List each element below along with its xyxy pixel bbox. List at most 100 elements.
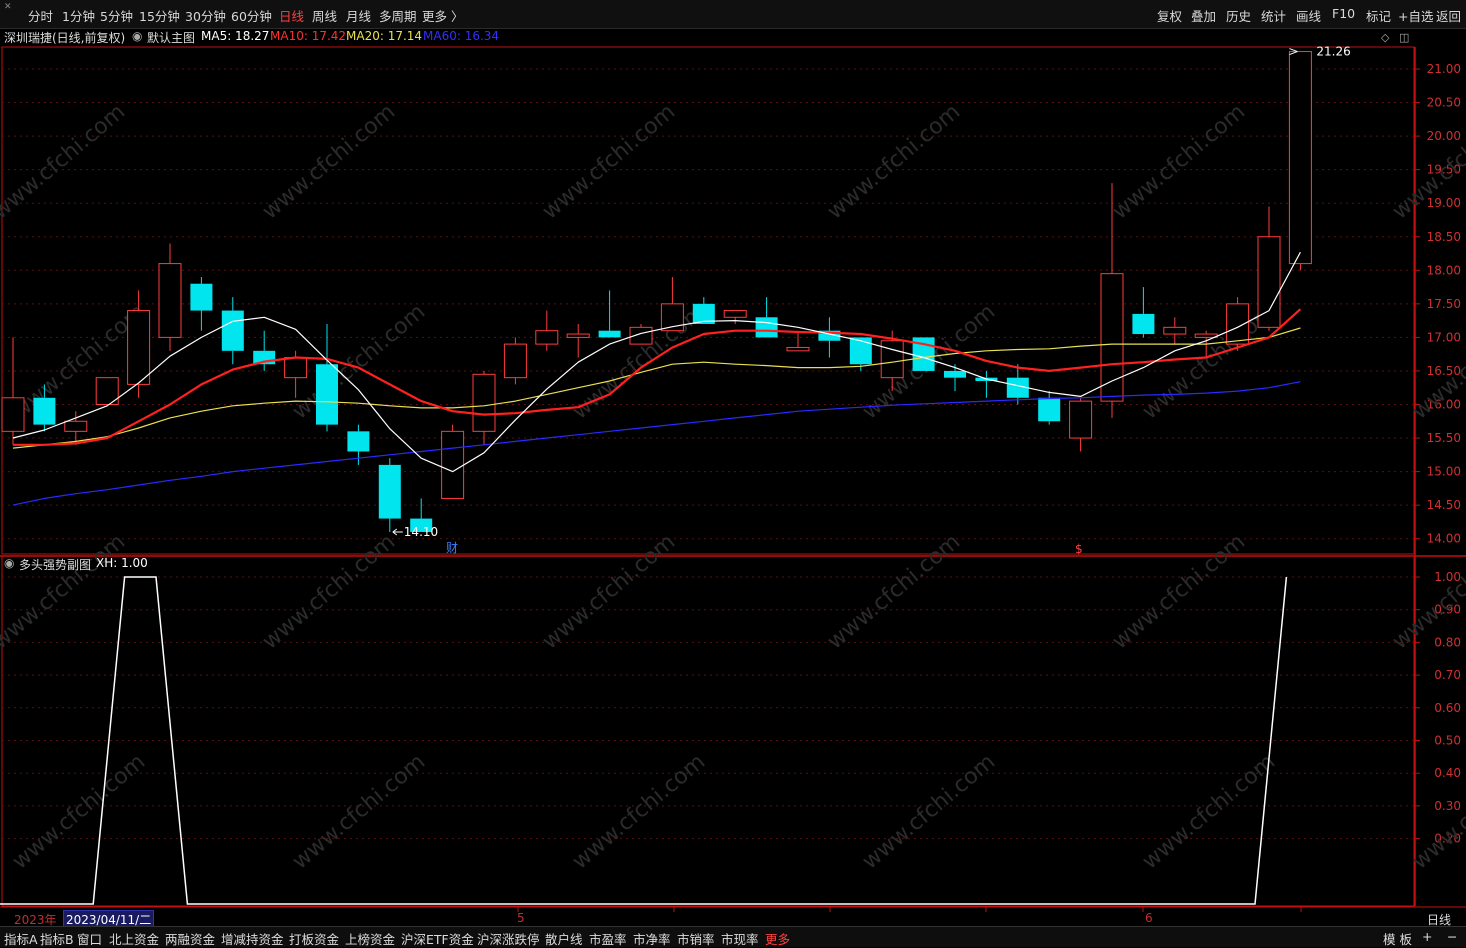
xh-indicator-line [0, 576, 1288, 905]
tab-retail-line[interactable]: 散户线 [545, 929, 583, 948]
candle-up [1226, 297, 1250, 351]
price-tick-label: 21.00 [1427, 62, 1461, 76]
candle-body [1069, 400, 1093, 439]
sub-plot-frame [1, 555, 1415, 907]
candle-body [472, 373, 496, 432]
candle-body [755, 317, 778, 338]
price-tick-label: 18.50 [1427, 230, 1461, 244]
price-tick-label: 20.50 [1427, 96, 1461, 110]
candle-body [1038, 397, 1061, 422]
tab-holdings-change[interactable]: 增减持资金 [221, 929, 284, 948]
watermark-text: www.cfchi.com [258, 99, 400, 224]
candle-up [1257, 206, 1281, 331]
candle-body [347, 431, 370, 452]
tab-ps[interactable]: 市销率 [677, 929, 715, 948]
watermark-text: www.cfchi.com [538, 529, 680, 654]
candle-body [441, 430, 465, 499]
candle-body [33, 397, 56, 425]
candle-down [975, 370, 998, 398]
tab-top-list-funds[interactable]: 上榜资金 [345, 929, 395, 948]
sub-tick-label: 0.50 [1434, 734, 1461, 748]
watermark-text: www.cfchi.com [8, 749, 150, 874]
candle-up [1288, 51, 1312, 271]
tab-etf-funds[interactable]: 沪深ETF资金 [401, 929, 474, 948]
watermark-text: www.cfchi.com [568, 299, 710, 424]
watermark-text: www.cfchi.com [288, 299, 430, 424]
ma20-value: MA20: 17.14 [346, 29, 423, 43]
tab-margin[interactable]: 两融资金 [165, 929, 215, 948]
sub-indicator-name[interactable]: 多头强势副图 [19, 556, 91, 573]
stock-name: 深圳瑞捷(日线,前复权) [4, 31, 126, 45]
candle-body [1163, 326, 1187, 335]
tab-pe[interactable]: 市盈率 [589, 929, 627, 948]
price-tick-label: 18.00 [1427, 263, 1461, 277]
template-name[interactable]: 默认主图 [147, 29, 195, 46]
tab-pcf[interactable]: 市现率 [721, 929, 759, 948]
low-arrow-icon [392, 528, 403, 536]
price-tick-label: 14.50 [1427, 498, 1461, 512]
finance-event-marker: 财 [446, 541, 458, 555]
candle-body [880, 340, 904, 379]
price-tick-label: 15.00 [1427, 465, 1461, 479]
candle-up [566, 323, 590, 358]
tab-northbound[interactable]: 北上资金 [109, 929, 159, 948]
price-tick-label: 20.00 [1427, 129, 1461, 143]
candle-body [378, 464, 401, 519]
candle-body [158, 263, 182, 338]
price-tick-label: 17.50 [1427, 297, 1461, 311]
zoom-out-button[interactable]: − [1447, 929, 1457, 944]
price-chart[interactable]: 21.0020.5020.0019.5019.0018.5018.0017.50… [0, 0, 1466, 946]
sub-tick-label: 0.70 [1434, 668, 1461, 682]
template-button[interactable]: 模 板 [1383, 929, 1412, 948]
tab-more[interactable]: 更多 [765, 929, 790, 948]
candle-down [1132, 287, 1155, 338]
candle-down [818, 317, 841, 358]
tab-window[interactable]: 窗口 [77, 929, 102, 948]
candle-body [284, 357, 308, 379]
sub-tick-label: 0.80 [1434, 635, 1461, 649]
watermark-text: www.cfchi.com [823, 529, 965, 654]
candle-body [127, 310, 151, 385]
candle-body [849, 337, 872, 365]
sub-dropdown-icon[interactable]: ◉ [4, 556, 14, 570]
candle-body [535, 330, 559, 345]
candle-body [1257, 236, 1281, 328]
low-price-label: 14.10 [404, 525, 438, 539]
candle-down [944, 364, 966, 392]
candle-down [692, 297, 715, 324]
sub-tick-label: 0.60 [1434, 701, 1461, 715]
candle-body [190, 283, 213, 311]
watermark-text: www.cfchi.com [0, 99, 130, 224]
indicator-tabbar: 指标A 指标B 窗口 北上资金 两融资金 增减持资金 打板资金 上榜资金 沪深E… [0, 926, 1466, 947]
watermark-text: www.cfchi.com [0, 529, 130, 654]
candle-body [221, 310, 244, 351]
watermark-text: www.cfchi.com [538, 99, 680, 224]
candle-up [629, 323, 653, 345]
high-price-label: 21.26 [1316, 45, 1350, 59]
dividend-event-marker: $ [1075, 542, 1083, 556]
candle-up [1163, 317, 1187, 345]
watermark-text: www.cfchi.com [823, 99, 965, 224]
candle-up [472, 370, 496, 445]
candle-down [1038, 391, 1061, 425]
diamond-icon[interactable]: ◇ [1381, 31, 1389, 44]
zoom-in-button[interactable]: + [1422, 929, 1432, 944]
candle-down [221, 297, 244, 365]
candle-down [316, 323, 338, 432]
candle-down [253, 330, 276, 371]
template-dropdown-icon[interactable]: ◉ [132, 29, 142, 43]
tab-indicator-b[interactable]: 指标B [40, 929, 74, 948]
tab-limit-stats[interactable]: 沪深涨跌停 [477, 929, 540, 948]
watermark-text: www.cfchi.com [568, 749, 710, 874]
candle-up [660, 277, 684, 332]
tab-limit-up-funds[interactable]: 打板资金 [289, 929, 339, 948]
watermark-text: www.cfchi.com [1108, 529, 1250, 654]
date-axis: 2023年 2023/04/11/二 5 6 日线 [0, 908, 1466, 929]
watermark-text: www.cfchi.com [258, 529, 400, 654]
tab-pb[interactable]: 市净率 [633, 929, 671, 948]
candle-body [1100, 273, 1124, 402]
candle-body [786, 346, 810, 352]
watermark-text: www.cfchi.com [1138, 749, 1280, 874]
window-icon[interactable]: ◫ [1399, 31, 1409, 44]
tab-indicator-a[interactable]: 指标A [4, 929, 38, 948]
